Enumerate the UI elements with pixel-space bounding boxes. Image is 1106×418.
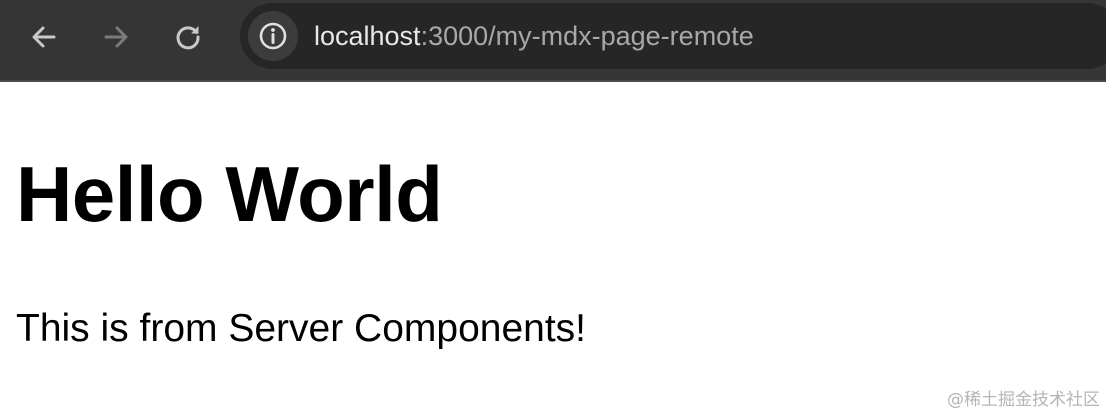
arrow-right-icon	[104, 26, 128, 48]
page-heading: Hello World	[16, 150, 443, 238]
browser-toolbar: localhost:3000/my-mdx-page-remote	[0, 0, 1106, 82]
url-path: :3000/my-mdx-page-remote	[420, 21, 754, 51]
url-text[interactable]: localhost:3000/my-mdx-page-remote	[314, 3, 754, 69]
back-button[interactable]	[24, 17, 64, 57]
watermark: @稀土掘金技术社区	[947, 390, 1100, 410]
page-content: Hello World This is from Server Componen…	[0, 84, 1106, 418]
page-paragraph: This is from Server Components!	[16, 307, 587, 350]
reload-button[interactable]	[168, 17, 208, 57]
info-icon	[259, 22, 287, 50]
forward-button[interactable]	[96, 17, 136, 57]
reload-icon	[176, 26, 200, 50]
arrow-left-icon	[32, 26, 56, 48]
address-bar[interactable]: localhost:3000/my-mdx-page-remote	[240, 3, 1106, 69]
url-host: localhost	[314, 21, 421, 51]
site-info-button[interactable]	[248, 11, 298, 61]
